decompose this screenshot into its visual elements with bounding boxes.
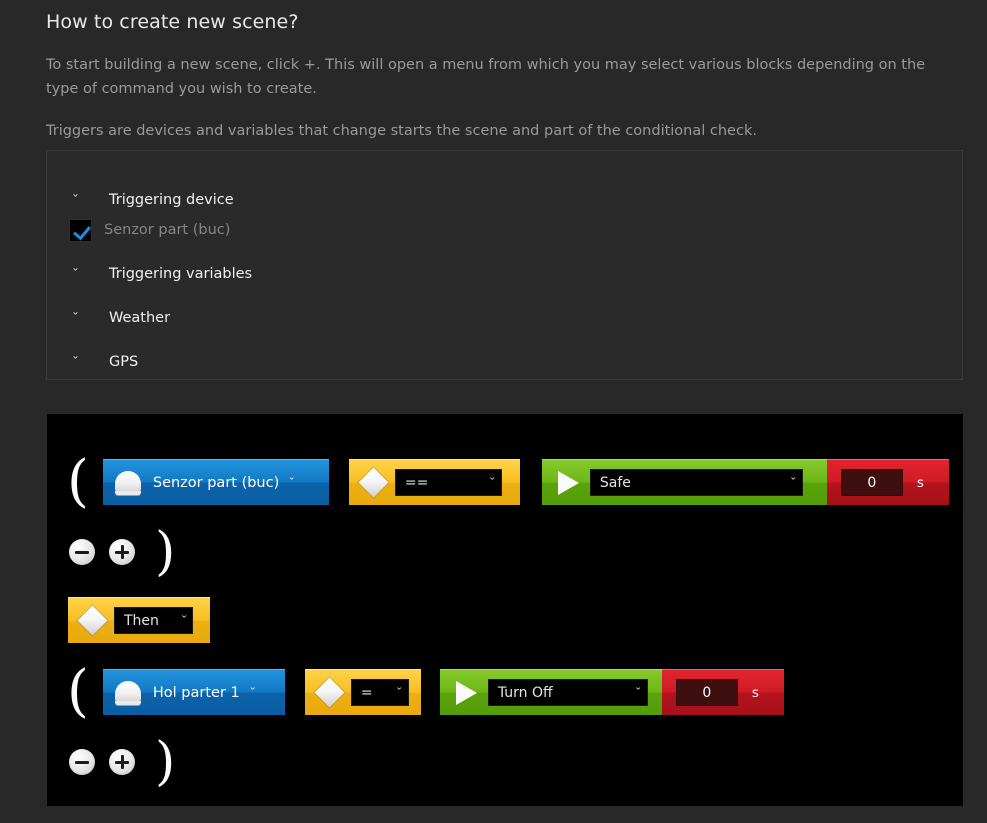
chevron-down-icon: ˇ [71, 355, 80, 369]
condition-controls-1: ) [69, 526, 175, 578]
chevron-down-icon: ˇ [180, 614, 188, 627]
operator-value: == [404, 474, 429, 491]
device-block-label: Senzor part (buc) [152, 474, 280, 491]
chevron-down-icon: ˇ [489, 476, 497, 489]
trigger-group-label: Triggering device [109, 192, 234, 208]
close-paren: ) [155, 732, 176, 792]
play-icon [450, 678, 484, 708]
dome-icon [113, 679, 143, 706]
operator-select-2[interactable]: = ˇ [350, 679, 409, 706]
sidebar-item-triggering-device[interactable]: ˇ Triggering device [47, 185, 962, 215]
intro-paragraph-1: To start building a new scene, click +. … [46, 57, 926, 97]
delay-unit-label: s [916, 474, 924, 491]
chevron-down-icon: ˇ [248, 686, 257, 699]
open-paren: ( [67, 449, 89, 514]
chevron-down-icon: ˇ [71, 267, 80, 281]
intro-section: How to create new scene? To start buildi… [0, 0, 987, 143]
play-icon [552, 468, 586, 498]
remove-condition-button-1[interactable] [69, 539, 95, 565]
add-action-button-2[interactable] [109, 749, 135, 775]
add-condition-button-1[interactable] [109, 539, 135, 565]
action-value: Safe [599, 474, 631, 491]
chevron-down-icon: ˇ [71, 193, 80, 207]
intro-paragraph-2: Triggers are devices and variables that … [46, 123, 757, 139]
action-block-2[interactable]: Turn Off ˇ [439, 669, 662, 715]
action-select-1[interactable]: Safe ˇ [589, 469, 803, 496]
page-title: How to create new scene? [46, 11, 299, 33]
action-select-2[interactable]: Turn Off ˇ [487, 679, 648, 706]
chevron-down-icon: ˇ [396, 686, 404, 699]
trigger-group-label: Weather [109, 310, 171, 326]
chevron-down-icon: ˇ [790, 476, 798, 489]
sidebar-item-gps[interactable]: ˇ GPS [47, 347, 962, 377]
delay-input-1[interactable]: 0 [840, 469, 903, 496]
trigger-group-label: Triggering variables [109, 266, 253, 282]
delay-input-2[interactable]: 0 [675, 679, 738, 706]
chevron-down-icon: ˇ [635, 686, 643, 699]
action-block-1[interactable]: Safe ˇ [541, 459, 827, 505]
then-select[interactable]: Then ˇ [114, 607, 193, 634]
action-value: Turn Off [497, 684, 553, 701]
diamond-icon [359, 468, 389, 498]
device-block-1[interactable]: Senzor part (buc) ˇ [102, 459, 329, 505]
delay-unit-label: s [751, 684, 759, 701]
chevron-down-icon: ˇ [288, 476, 296, 489]
open-paren: ( [67, 659, 89, 724]
remove-action-button-2[interactable] [69, 749, 95, 775]
dome-icon [113, 469, 143, 496]
action-row-2: ( Hol parter 1 ˇ = ˇ Turn Off ˇ 0 s [67, 664, 784, 720]
then-block[interactable]: Then ˇ [68, 597, 210, 643]
chevron-down-icon: ˇ [71, 311, 80, 325]
operator-select-1[interactable]: == ˇ [394, 469, 502, 496]
operator-value: = [360, 684, 373, 701]
diamond-icon [78, 606, 108, 636]
trigger-list: ˇ Triggering device Senzor part (buc) ˇ … [47, 151, 962, 377]
operator-block-1[interactable]: == ˇ [348, 459, 520, 505]
diamond-icon [315, 678, 345, 708]
operator-block-2[interactable]: = ˇ [304, 669, 421, 715]
sidebar-item-weather[interactable]: ˇ Weather [47, 303, 962, 333]
checkbox-label: Senzor part (buc) [104, 222, 231, 238]
sidebar-item-triggering-variables[interactable]: ˇ Triggering variables [47, 259, 962, 289]
trigger-device-item[interactable]: Senzor part (buc) [47, 215, 962, 245]
close-paren: ) [155, 522, 176, 582]
action-controls-2: ) [69, 736, 175, 788]
device-block-2[interactable]: Hol parter 1 ˇ [102, 669, 285, 715]
checkbox-senzor-part[interactable] [69, 218, 92, 242]
condition-row-1: ( Senzor part (buc) ˇ == ˇ Safe ˇ 0 s [67, 454, 949, 510]
device-block-label: Hol parter 1 [152, 684, 240, 701]
trigger-panel: ˇ Triggering device Senzor part (buc) ˇ … [46, 150, 963, 380]
scene-editor-canvas: ( Senzor part (buc) ˇ == ˇ Safe ˇ 0 s) … [47, 414, 963, 806]
then-value: Then [124, 612, 159, 629]
delay-block-1[interactable]: 0 s [826, 459, 949, 505]
delay-block-2[interactable]: 0 s [661, 669, 784, 715]
then-row: Then ˇ [68, 597, 210, 643]
trigger-group-label: GPS [109, 354, 139, 370]
